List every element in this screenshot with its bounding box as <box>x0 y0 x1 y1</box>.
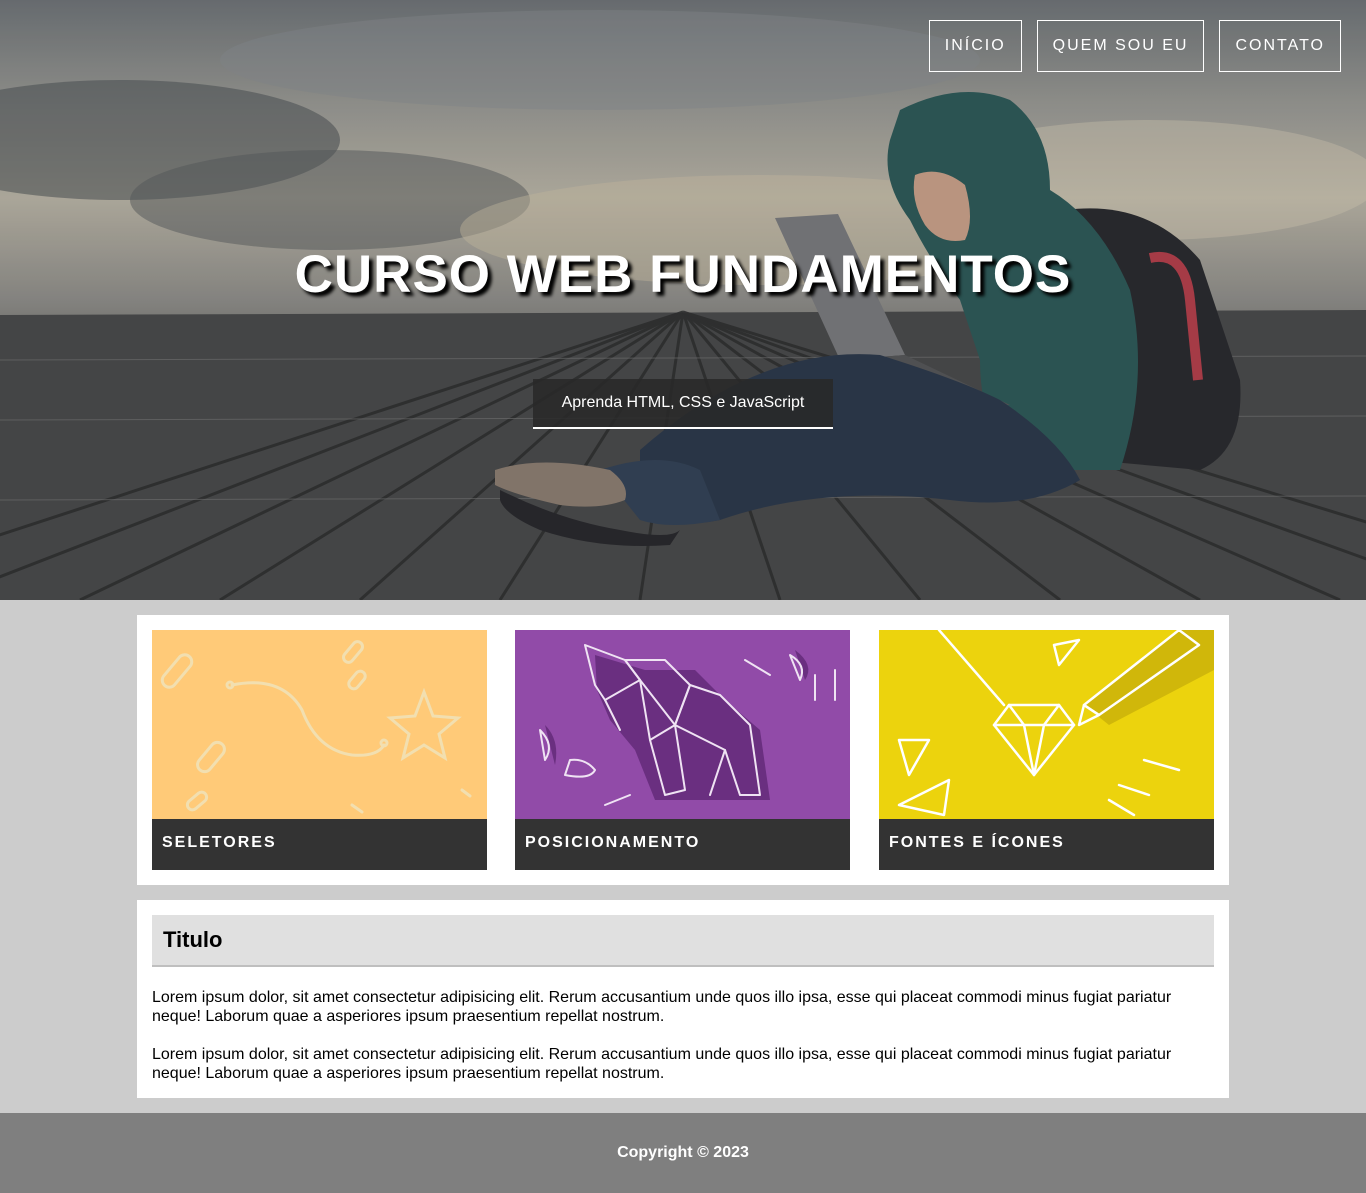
card-fontes-e-icones[interactable]: FONTES E ÍCONES <box>879 630 1214 870</box>
footer: Copyright © 2023 <box>0 1113 1366 1193</box>
hero-title: CURSO WEB FUNDAMENTOS <box>294 245 1072 304</box>
nav-link-inicio[interactable]: INÍCIO <box>928 20 1022 72</box>
origami-elephant-illustration-icon <box>515 630 850 819</box>
card-posicionamento[interactable]: POSICIONAMENTO <box>515 630 850 870</box>
article-paragraph: Lorem ipsum dolor, sit amet consectetur … <box>152 1046 1172 1082</box>
nav-link-quem-sou-eu[interactable]: QUEM SOU EU <box>1036 20 1205 72</box>
star-path-illustration-icon <box>152 630 487 819</box>
nav-link-contato[interactable]: CONTATO <box>1219 20 1341 72</box>
cards-section: SELETORES POSICIONAMENTO FONTES E ÍCONES <box>137 615 1229 885</box>
card-label-seletores: SELETORES <box>152 819 487 870</box>
hero-section: INÍCIO QUEM SOU EU CONTATO CURSO WEB FUN… <box>0 0 1366 600</box>
article-paragraph: Lorem ipsum dolor, sit amet consectetur … <box>152 989 1172 1025</box>
diamond-pencil-illustration-icon <box>879 630 1214 819</box>
card-label-fontes-e-icones: FONTES E ÍCONES <box>879 819 1214 870</box>
hero-subtitle: Aprenda HTML, CSS e JavaScript <box>533 379 833 429</box>
footer-copyright: Copyright © 2023 <box>617 1144 749 1161</box>
article-section: Titulo Lorem ipsum dolor, sit amet conse… <box>137 900 1229 1098</box>
article-title: Titulo <box>152 915 1214 967</box>
card-seletores[interactable]: SELETORES <box>152 630 487 870</box>
card-label-posicionamento: POSICIONAMENTO <box>515 819 850 870</box>
main-nav: INÍCIO QUEM SOU EU CONTATO <box>928 20 1341 72</box>
